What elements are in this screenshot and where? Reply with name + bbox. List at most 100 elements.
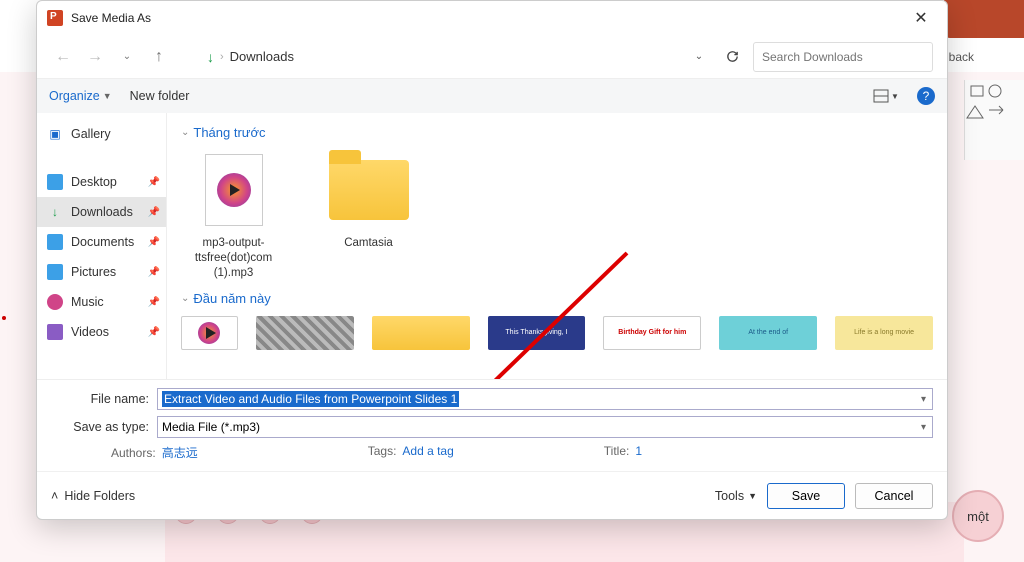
tools-button[interactable]: Tools ▼ [715,489,757,503]
nav-forward-button[interactable]: → [83,45,107,69]
chevron-down-icon: ⌄ [181,127,189,138]
documents-icon [47,234,63,250]
save-as-dialog: Save Media As ✕ ← → ⌄ ↑ ↓ › Downloads ⌄ … [36,0,948,520]
authors-value[interactable]: 高志远 [162,446,198,460]
search-input[interactable] [753,42,933,72]
dialog-body: ▣ Gallery Desktop 📌 ↓ Downloads 📌 Docume… [37,113,947,379]
sidebar-item-label: Videos [71,325,109,339]
group-header-last-month[interactable]: ⌄ Tháng trước [181,125,933,140]
close-button[interactable]: ✕ [901,3,941,33]
view-mode-button[interactable]: ▼ [873,83,899,109]
recording-dot-icon [2,316,6,320]
file-item[interactable] [181,316,238,350]
path-dropdown-button[interactable]: ⌄ [687,45,711,69]
save-type-value: Media File (*.mp3) [162,420,260,434]
chevron-down-icon: ▼ [748,491,757,501]
refresh-icon [725,49,740,64]
sidebar-item-pictures[interactable]: Pictures 📌 [37,257,166,287]
bg-ribbon-accent [944,0,1024,38]
group-label: Tháng trước [193,125,265,140]
nav-up-button[interactable]: ↑ [147,45,171,69]
sidebar: ▣ Gallery Desktop 📌 ↓ Downloads 📌 Docume… [37,113,167,379]
titlebar: Save Media As ✕ [37,1,947,35]
save-type-select[interactable]: Media File (*.mp3) [157,416,933,438]
shapes-icon [965,80,1015,140]
file-name-value: Extract Video and Audio Files from Power… [162,391,459,407]
sidebar-item-documents[interactable]: Documents 📌 [37,227,166,257]
file-item[interactable]: At the end of [719,316,817,350]
file-item[interactable]: Life is a long movie [835,316,933,350]
sidebar-item-label: Desktop [71,175,117,189]
videos-icon [47,324,63,340]
file-label: Camtasia [316,236,421,251]
folder-item-camtasia[interactable]: Camtasia [316,150,421,281]
sidebar-item-label: Music [71,295,104,309]
toolbar: Organize ▼ New folder ▼ ? [37,79,947,113]
audio-file-icon [217,173,251,207]
sidebar-item-music[interactable]: Music 📌 [37,287,166,317]
title-meta-value[interactable]: 1 [635,444,642,458]
pin-icon: 📌 [148,177,160,188]
nav-back-button[interactable]: ← [51,45,75,69]
hide-folders-label: Hide Folders [64,489,135,503]
pin-icon: 📌 [148,327,160,338]
bg-slide-badge: một [952,490,1004,542]
sidebar-item-downloads[interactable]: ↓ Downloads 📌 [37,197,166,227]
file-item[interactable] [256,316,354,350]
nav-recent-button[interactable]: ⌄ [115,45,139,69]
file-name-input[interactable]: Extract Video and Audio Files from Power… [157,388,933,410]
form-area: File name: Extract Video and Audio Files… [37,379,947,471]
pin-icon: 📌 [148,207,160,218]
file-row: This Thanksgiving, I Birthday Gift for h… [181,316,933,350]
gallery-icon: ▣ [47,126,63,142]
authors-label: Authors: [111,446,156,460]
breadcrumb-segment[interactable]: Downloads [230,49,294,64]
folder-item[interactable] [372,316,470,350]
sidebar-item-label: Pictures [71,265,116,279]
organize-button[interactable]: Organize ▼ [49,89,112,103]
chevron-down-icon: ⌄ [181,293,189,304]
view-grid-icon [873,89,889,103]
refresh-button[interactable] [719,44,745,70]
chevron-down-icon: ▼ [103,91,112,101]
file-item[interactable]: Birthday Gift for him [603,316,701,350]
pin-icon: 📌 [148,237,160,248]
sidebar-item-videos[interactable]: Videos 📌 [37,317,166,347]
group-label: Đầu năm này [193,291,270,306]
sidebar-item-gallery[interactable]: ▣ Gallery [37,119,166,149]
dialog-title: Save Media As [71,11,901,25]
music-icon [47,294,63,310]
save-type-label: Save as type: [51,420,157,434]
file-label: mp3-output-ttsfree(dot)com (1).mp3 [181,236,286,281]
chevron-up-icon: ˄ [51,489,58,503]
sidebar-item-label: Gallery [71,127,111,141]
hide-folders-button[interactable]: ˄ Hide Folders [51,489,135,503]
bg-back-label: back [949,50,974,64]
file-name-label: File name: [51,392,157,406]
file-row: mp3-output-ttsfree(dot)com (1).mp3 Camta… [181,150,933,281]
chevron-right-icon: › [220,51,224,63]
file-item[interactable]: This Thanksgiving, I [488,316,586,350]
pictures-icon [47,264,63,280]
file-browser[interactable]: ⌄ Tháng trước mp3-output-ttsfree(dot)com… [167,113,947,379]
sidebar-item-desktop[interactable]: Desktop 📌 [37,167,166,197]
file-item-mp3[interactable]: mp3-output-ttsfree(dot)com (1).mp3 [181,150,286,281]
tools-label: Tools [715,489,744,503]
tags-value[interactable]: Add a tag [402,444,453,458]
help-button[interactable]: ? [917,87,935,105]
dialog-footer: ˄ Hide Folders Tools ▼ Save Cancel [37,471,947,519]
save-button[interactable]: Save [767,483,845,509]
downloads-icon: ↓ [207,49,214,65]
audio-file-icon [198,322,220,344]
bg-side-panel [964,80,1024,160]
cancel-button[interactable]: Cancel [855,483,933,509]
downloads-icon: ↓ [47,204,63,220]
new-folder-button[interactable]: New folder [130,89,190,103]
group-header-early-year[interactable]: ⌄ Đầu năm này [181,291,933,306]
metadata-row: Authors:高志远 Tags:Add a tag Title:1 [51,444,933,461]
breadcrumb[interactable]: ↓ › Downloads [201,49,300,65]
tags-label: Tags: [368,444,397,458]
pin-icon: 📌 [148,297,160,308]
nav-row: ← → ⌄ ↑ ↓ › Downloads ⌄ [37,35,947,79]
chevron-down-icon: ▼ [891,92,899,101]
